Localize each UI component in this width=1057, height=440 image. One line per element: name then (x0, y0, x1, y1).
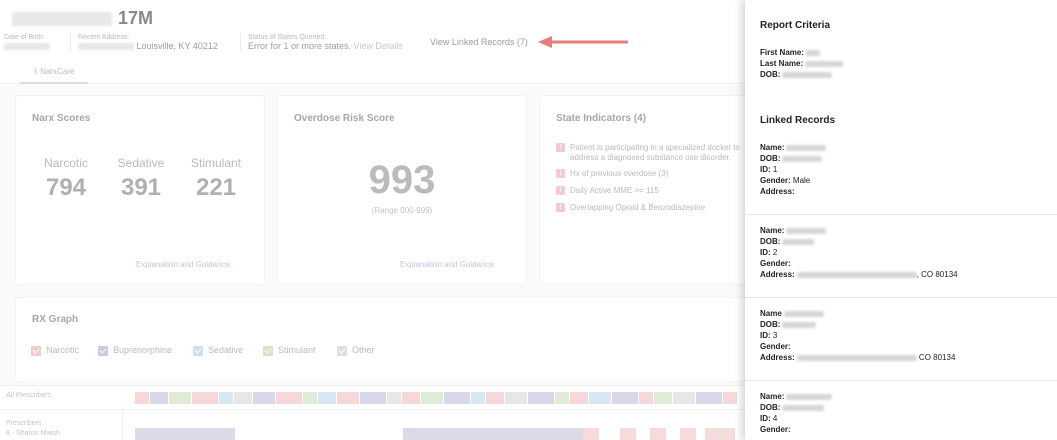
redacted-value (786, 227, 827, 234)
redacted-value (806, 49, 821, 56)
redacted-value (782, 404, 825, 411)
record-id: ID: 1 (760, 165, 778, 174)
record-name: Name: (760, 143, 827, 153)
redacted-value (786, 393, 833, 400)
record-dob: DOB: (760, 237, 815, 247)
record-dob: DOB: (760, 154, 823, 164)
record-gender: Gender: (760, 342, 791, 351)
linked-records-panel: Report Criteria First Name: Last Name: D… (745, 0, 1057, 440)
record-address: Address: CO 80134 (760, 353, 956, 362)
linked-records-title: Linked Records (760, 115, 836, 126)
dob-field: DOB: (760, 70, 833, 80)
last-name-field: Last Name: (760, 59, 844, 69)
redacted-value (782, 238, 815, 245)
redacted-value (782, 321, 817, 328)
first-name-field: First Name: (760, 48, 821, 58)
record-name: Name (760, 309, 824, 319)
redacted-value (782, 155, 823, 162)
report-criteria-title: Report Criteria (760, 20, 831, 31)
record-name: Name: (760, 226, 827, 236)
record-name: Name: (760, 392, 833, 402)
record-gender: Gender: (760, 259, 791, 268)
redacted-value (786, 144, 827, 151)
record-divider (745, 297, 1057, 298)
record-id: ID: 2 (760, 248, 778, 257)
record-dob: DOB: (760, 320, 817, 330)
redacted-value (796, 271, 917, 278)
record-gender: Gender: Male (760, 176, 811, 185)
record-id: ID: 3 (760, 331, 778, 340)
record-divider (745, 380, 1057, 381)
record-id: ID: 4 (760, 414, 778, 423)
record-address: Address: (760, 187, 795, 196)
redacted-value (783, 310, 824, 317)
record-gender: Gender: (760, 425, 791, 434)
redacted-value (796, 354, 917, 361)
background-dim-overlay (0, 0, 745, 440)
record-address: Address:, CO 80134 (760, 270, 958, 279)
redacted-value (782, 71, 833, 78)
record-dob: DOB: (760, 403, 825, 413)
record-divider (745, 214, 1057, 215)
redacted-value (805, 60, 844, 67)
